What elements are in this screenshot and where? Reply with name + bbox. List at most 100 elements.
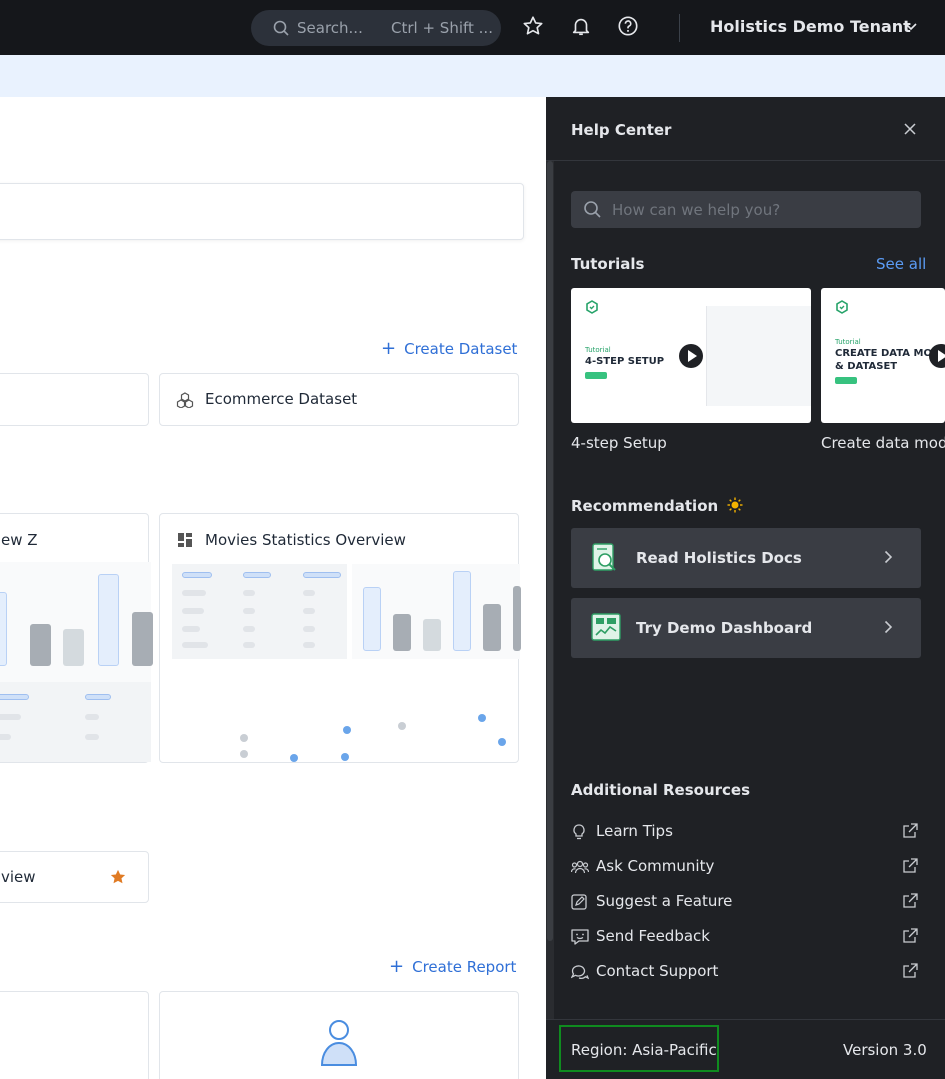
- tutorial-chip: [835, 377, 857, 384]
- favorite-card-partial[interactable]: view: [0, 851, 149, 903]
- help-center-title: Help Center: [571, 121, 672, 139]
- tutorial-heading: CREATE DATA MOD: [835, 348, 941, 359]
- info-banner: [0, 55, 945, 97]
- dashboard-icon: [591, 613, 621, 641]
- resource-ask-community[interactable]: Ask Community: [571, 856, 921, 878]
- create-dataset-link[interactable]: + Create Dataset: [381, 338, 517, 359]
- resource-label: Ask Community: [596, 857, 715, 875]
- region-indicator[interactable]: Region: Asia-Pacific: [559, 1025, 719, 1072]
- preview-table-cell: [182, 608, 204, 614]
- preview-dot: [290, 754, 298, 762]
- create-report-link[interactable]: + Create Report: [389, 956, 516, 977]
- edit-icon: [571, 894, 587, 910]
- report-card-partial[interactable]: [0, 991, 149, 1079]
- chevron-right-icon: [884, 550, 893, 564]
- bell-icon[interactable]: [570, 15, 592, 37]
- version-label: Version 3.0: [843, 1041, 927, 1059]
- preview-dot: [498, 738, 506, 746]
- help-search-placeholder: How can we help you?: [612, 201, 781, 219]
- resource-label: Contact Support: [596, 962, 719, 980]
- preview-dot: [341, 753, 349, 761]
- dataset-card-partial[interactable]: [0, 373, 149, 426]
- preview-dot: [240, 734, 248, 742]
- preview-table-cell: [0, 734, 11, 740]
- recommendation-label: Try Demo Dashboard: [636, 619, 813, 637]
- preview-table-cell: [243, 642, 255, 648]
- preview-table-cell: [85, 734, 99, 740]
- resource-learn-tips[interactable]: Learn Tips: [571, 821, 921, 843]
- footer-divider: [546, 1019, 945, 1020]
- preview-bar: [63, 629, 84, 666]
- main-search-box[interactable]: [0, 183, 524, 240]
- sun-icon: [727, 497, 743, 513]
- tutorial-preview: [706, 306, 811, 406]
- preview-table-cell: [0, 714, 21, 720]
- preview-table-cell: [182, 642, 208, 648]
- preview-bar: [513, 586, 521, 651]
- report-card[interactable]: [159, 991, 519, 1079]
- preview-table-header: [85, 694, 111, 700]
- recommendation-title: Recommendation: [571, 495, 743, 515]
- help-icon[interactable]: [617, 15, 639, 37]
- star-filled-icon[interactable]: [109, 868, 127, 886]
- close-icon[interactable]: [904, 123, 916, 135]
- dashboard-card-title-partial: ew Z: [1, 531, 38, 549]
- resource-suggest-feature[interactable]: Suggest a Feature: [571, 891, 921, 913]
- dashboard-icon: [178, 533, 192, 547]
- preview-bar: [132, 612, 153, 666]
- preview-table-cell: [303, 642, 315, 648]
- scrollbar-thumb[interactable]: [547, 161, 553, 941]
- preview-table-cell: [182, 626, 200, 632]
- star-icon[interactable]: [522, 15, 544, 37]
- preview-bar: [98, 574, 119, 666]
- preview-bar: [423, 619, 441, 651]
- help-search-input[interactable]: How can we help you?: [571, 191, 921, 228]
- tutorial-heading: 4-STEP SETUP: [585, 356, 665, 367]
- preview-table-header: [0, 694, 29, 700]
- preview-table-header: [182, 572, 212, 578]
- chevron-down-icon[interactable]: [905, 23, 917, 31]
- community-icon: [571, 860, 589, 874]
- feedback-icon: [571, 929, 589, 945]
- preview-table-header: [243, 572, 271, 578]
- chevron-right-icon: [884, 620, 893, 634]
- preview-table-header: [303, 572, 341, 578]
- read-docs-button[interactable]: Read Holistics Docs: [571, 528, 921, 588]
- play-icon[interactable]: [679, 344, 703, 368]
- bulb-icon: [573, 824, 585, 840]
- resource-send-feedback[interactable]: Send Feedback: [571, 926, 921, 948]
- resource-contact-support[interactable]: Contact Support: [571, 961, 921, 983]
- dataset-card-ecommerce[interactable]: Ecommerce Dataset: [159, 373, 519, 426]
- search-icon: [584, 201, 601, 218]
- preview-table-cell: [243, 626, 255, 632]
- try-demo-dashboard-button[interactable]: Try Demo Dashboard: [571, 598, 921, 658]
- tenant-name[interactable]: Holistics Demo Tenant: [710, 17, 911, 36]
- main-content: + Create Dataset Ecommerce Dataset ew Z M…: [0, 97, 546, 1079]
- preview-bar: [0, 592, 7, 666]
- tutorial-card-data-model[interactable]: Tutorial CREATE DATA MOD & DATASET: [821, 288, 945, 423]
- preview-dot: [478, 714, 486, 722]
- tutorial-caption[interactable]: 4-step Setup: [571, 434, 667, 452]
- preview-dot: [398, 722, 406, 730]
- global-search[interactable]: Search... Ctrl + Shift ...: [251, 10, 501, 46]
- tutorials-title: Tutorials: [571, 255, 645, 273]
- top-bar: Search... Ctrl + Shift ... Holistics Dem…: [0, 0, 945, 55]
- tutorial-card-setup[interactable]: Tutorial 4-STEP SETUP: [571, 288, 811, 423]
- preview-table-cell: [85, 714, 99, 720]
- dataset-card-title: Ecommerce Dataset: [205, 390, 358, 408]
- dashboard-card-partial[interactable]: ew Z: [0, 513, 153, 763]
- see-all-link[interactable]: See all: [876, 255, 926, 273]
- play-icon[interactable]: [929, 344, 945, 368]
- tutorial-heading: & DATASET: [835, 361, 898, 372]
- preview-table-cell: [182, 590, 206, 596]
- resource-label: Learn Tips: [596, 822, 673, 840]
- tutorial-caption[interactable]: Create data mode: [821, 434, 945, 452]
- dashboard-card-movies[interactable]: Movies Statistics Overview: [159, 513, 521, 763]
- external-link-icon: [903, 893, 918, 908]
- external-link-icon: [903, 963, 918, 978]
- docs-icon: [592, 543, 616, 571]
- preview-bar: [453, 571, 471, 651]
- holistics-logo-icon: [586, 300, 598, 314]
- topbar-divider: [679, 14, 680, 42]
- external-link-icon: [903, 928, 918, 943]
